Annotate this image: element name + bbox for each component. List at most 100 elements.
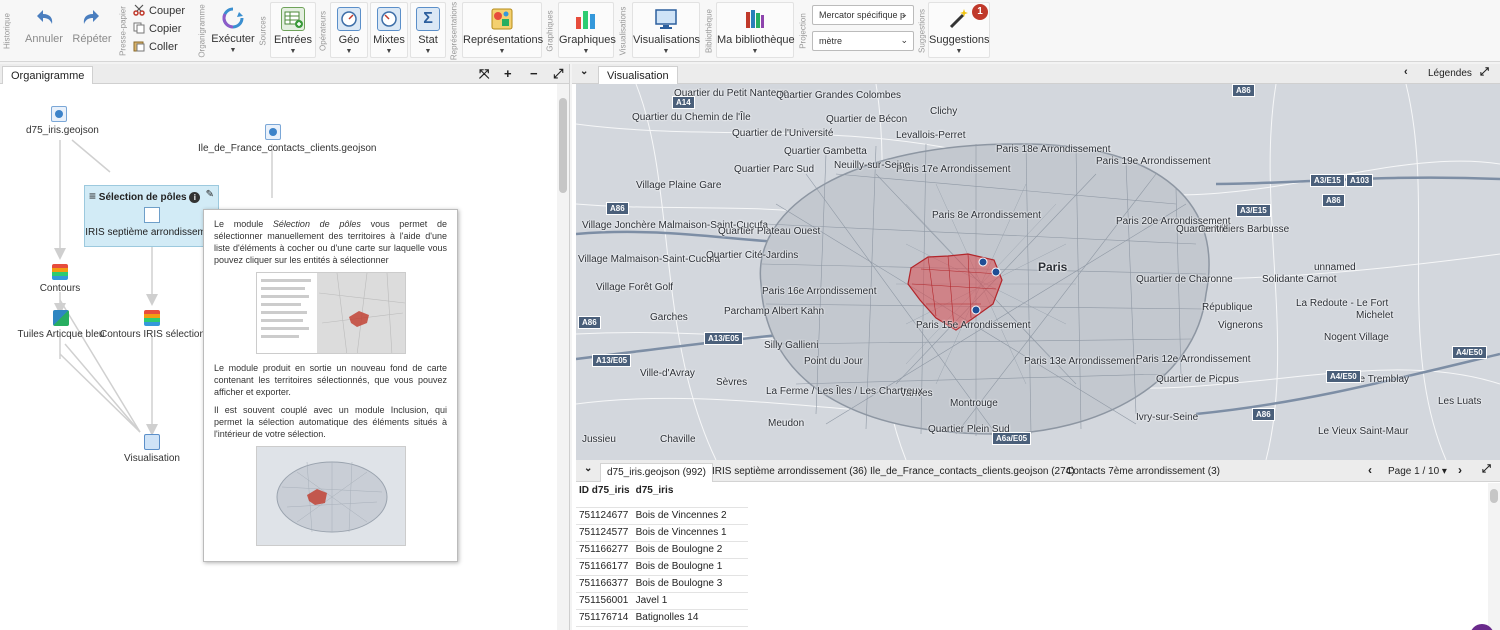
map-label-picpus: Quartier de Picpus (1156, 374, 1239, 385)
map-label-universite: Quartier de l'Université (732, 128, 834, 139)
map-label-point-jour: Point du Jour (804, 356, 863, 367)
road-label: A86 (1232, 84, 1255, 97)
map-label-solidante: Solidante Carnot (1262, 274, 1337, 285)
next-page-icon[interactable]: › (1458, 463, 1462, 477)
table-row[interactable]: 751166177 Bois de Boulogne 1 (576, 558, 748, 576)
table-row[interactable]: 751166377 Bois de Boulogne 3 (576, 575, 748, 593)
tab-iris-septieme[interactable]: IRIS septième arrondissement (36) (706, 463, 873, 482)
road-label: A13/E05 (592, 354, 632, 367)
node-visualisation[interactable]: Visualisation (120, 434, 184, 464)
refresh-icon (221, 6, 245, 30)
cut-button[interactable]: Couper (133, 4, 185, 21)
node-contours-iris-selectionnes[interactable]: Contours IRIS sélectionnés (100, 310, 221, 340)
map-label-charonne: Quartier de Charonne (1136, 274, 1233, 285)
info-icon[interactable]: i (189, 192, 201, 203)
inputs-button[interactable]: Entrées ▼ (270, 2, 316, 58)
tab-contacts-clients[interactable]: Ile_de_France_contacts_clients.geojson (… (864, 463, 1081, 482)
map-label-tremblay: Le Tremblay (1354, 374, 1410, 385)
paste-button[interactable]: Coller (133, 40, 178, 57)
map-label-clichy: Clichy (930, 106, 958, 117)
table-row[interactable]: 751124677 Bois de Vincennes 2 (576, 507, 748, 525)
node-contours[interactable]: Contours (30, 264, 90, 294)
undo-button[interactable]: Annuler (20, 2, 68, 58)
chevron-down-icon: ▼ (662, 48, 670, 55)
representations-button[interactable]: Représentations ▼ (462, 2, 543, 58)
table-scrollbar[interactable] (1488, 483, 1500, 630)
road-label: A13/E05 (704, 332, 744, 345)
tab-contacts-7eme[interactable]: Contacts 7ème arrondissement (3) (1060, 463, 1226, 482)
map-label-arr16: Paris 16e Arrondissement (762, 286, 877, 297)
map-label-gambetta: Quartier Gambetta (784, 146, 867, 157)
group-label-operateurs: Opérateurs (318, 10, 328, 52)
help-screenshot-map (255, 446, 406, 546)
node-contacts-clients[interactable]: Ile_de_France_contacts_clients.geojson (198, 124, 376, 154)
data-tables: ⌄ d75_iris.geojson (992) IRIS septième a… (576, 460, 1500, 630)
map-label-arr8: Paris 8e Arrondissement (932, 210, 1041, 221)
map-label-republique: République (1202, 302, 1253, 313)
stat-button[interactable]: Σ Stat ▼ (410, 2, 446, 58)
expand-icon[interactable]: ⤢ (1482, 463, 1491, 476)
table-tabbar: ⌄ d75_iris.geojson (992) IRIS septième a… (576, 460, 1500, 482)
geo-button[interactable]: Géo ▼ (330, 2, 368, 58)
group-label-bibliotheque: Bibliothèque (704, 8, 714, 54)
group-label-graphiques: Graphiques (545, 10, 555, 52)
table-row[interactable]: 751156001 Javel 1 (576, 592, 748, 610)
map-label-jussieu: Jussieu (582, 434, 616, 445)
table-row[interactable]: 751124577 Bois de Vincennes 1 (576, 524, 748, 542)
chevron-down-icon: ▼ (751, 48, 759, 55)
map-label-villiers: Quartier Villiers Barbusse (1176, 224, 1290, 235)
table-row[interactable]: 751166277 Bois de Boulogne 2 (576, 541, 748, 559)
road-label: A6a/E05 (992, 432, 1032, 445)
column-header-id[interactable]: ID d75_iris (576, 483, 633, 508)
previous-page-icon[interactable]: ‹ (1368, 463, 1372, 477)
map-label-ivry: Ivry-sur-Seine (1136, 412, 1199, 423)
redo-button[interactable]: Répéter (68, 2, 116, 58)
execute-button[interactable]: Exécuter ▼ (210, 2, 256, 58)
unit-select[interactable]: mètre ⌄ (812, 31, 914, 51)
geojson-icon (51, 106, 67, 122)
chevron-down-icon[interactable]: ⌄ (580, 66, 588, 77)
visualizations-button[interactable]: Visualisations ▼ (632, 2, 700, 58)
scissors-icon (133, 4, 145, 16)
node-d75-iris[interactable]: d75_iris.geojson (26, 106, 99, 136)
map-label-vieux-st-maur: Le Vieux Saint-Maur (1318, 426, 1409, 437)
map-label-levallois: Levallois-Perret (896, 130, 966, 141)
selection-poles-module[interactable]: ≡ Sélection de pôles i ✎ IRIS septième a… (84, 185, 220, 247)
mixed-button[interactable]: Mixtes ▼ (370, 2, 408, 58)
map-view[interactable]: Paris Paris 12e Arrondissement Paris 15e… (576, 84, 1500, 460)
road-label: A86 (606, 202, 629, 215)
magic-wand-icon (947, 7, 971, 31)
legend-toggle[interactable]: Légendes (1428, 68, 1472, 79)
flow-scrollbar[interactable] (557, 84, 569, 630)
help-screenshot-selection (255, 272, 406, 354)
chart-icon (574, 7, 598, 31)
books-icon (743, 7, 767, 31)
menu-icon[interactable]: ≡ (89, 189, 96, 203)
projection-select[interactable]: Mercator spécifique p ⌄ (812, 5, 914, 25)
pin-icon[interactable]: ✎ (206, 189, 214, 200)
chevron-left-icon[interactable]: ‹ (1404, 66, 1408, 78)
road-label: A14 (672, 96, 695, 109)
chevron-down-icon: ▼ (424, 48, 432, 55)
charts-button[interactable]: Graphiques ▼ (558, 2, 616, 58)
gauge-icon (337, 7, 361, 31)
visualisation-tabbar: ⌄ Visualisation ‹ Légendes ⤢ (572, 64, 1500, 84)
chevron-down-icon[interactable]: ⌄ (584, 463, 592, 474)
table-row[interactable]: 751176714 Batignolles 14 (576, 609, 748, 627)
library-button[interactable]: Ma bibliothèque ▼ (716, 2, 795, 58)
toolbar: Historique Annuler Répéter Presse-papier… (0, 0, 1500, 62)
chevron-down-icon: ▼ (345, 48, 353, 55)
tab-d75-iris[interactable]: d75_iris.geojson (992) (600, 463, 713, 482)
group-label-representations: Représentations (449, 1, 459, 61)
page-indicator[interactable]: Page 1 / 10 ▾ (1388, 466, 1447, 477)
map-label-montrouge: Montrouge (950, 398, 998, 409)
group-label-presse-papier: Presse-papier (118, 6, 128, 56)
map-label-nogent: Nogent Village (1324, 332, 1389, 343)
expand-icon[interactable]: ⤢ (1480, 66, 1489, 79)
copy-button[interactable]: Copier (133, 22, 181, 39)
map-label-chemin-ile: Quartier du Chemin de l'Île (632, 112, 751, 123)
gauge-mixed-icon (377, 7, 401, 31)
tab-visualisation[interactable]: Visualisation (598, 66, 678, 84)
column-header-name[interactable]: d75_iris (632, 483, 748, 508)
node-tuiles-articque-bleu[interactable]: Tuiles Articque bleu (16, 310, 106, 340)
